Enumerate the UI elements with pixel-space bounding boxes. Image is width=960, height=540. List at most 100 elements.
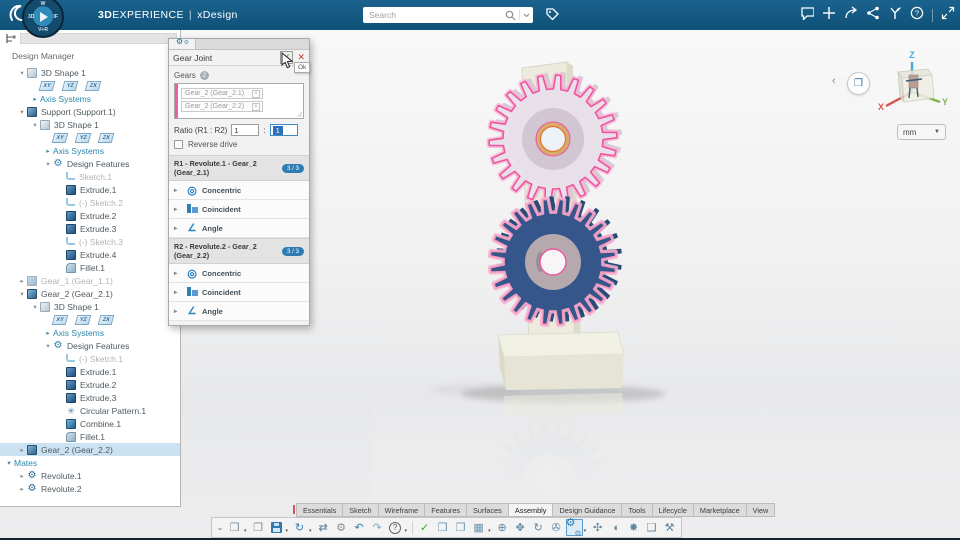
tree-expander-icon[interactable]: ▾ bbox=[43, 342, 53, 350]
attach-button[interactable]: ✇ bbox=[548, 519, 565, 536]
plane-icon[interactable]: YZ bbox=[61, 80, 79, 91]
open-content-button[interactable]: ❐ bbox=[250, 519, 267, 536]
mate-row[interactable]: ▸ ∠ Angle bbox=[169, 302, 309, 321]
ribbon-tab-design-guidance[interactable]: Design Guidance bbox=[553, 503, 623, 517]
tree-item[interactable]: XY YZ ZX bbox=[0, 79, 180, 92]
tree-item[interactable]: XY YZ ZX bbox=[0, 313, 180, 326]
new-content-button[interactable]: ❒ bbox=[226, 519, 243, 536]
tree-item[interactable]: Extrude.2 bbox=[0, 209, 180, 222]
ribbon-tab-wireframe[interactable]: Wireframe bbox=[378, 503, 426, 517]
mate-row[interactable]: ▸ Coincident bbox=[169, 200, 309, 219]
gear-joint-button[interactable] bbox=[565, 516, 583, 538]
plane-icon[interactable]: ZX bbox=[97, 314, 115, 325]
ribbon-tab-surfaces[interactable]: Surfaces bbox=[467, 503, 509, 517]
screw-joint-button[interactable]: ✣ bbox=[589, 519, 606, 536]
tree-item[interactable]: ▾ 3D Shape 1 bbox=[0, 66, 180, 79]
anchor-component-button[interactable]: ⊕ bbox=[494, 519, 511, 536]
tree-item[interactable]: ▾ ⚙ Design Features bbox=[0, 339, 180, 352]
undo-button[interactable]: ↶ bbox=[351, 519, 368, 536]
revolute-section-header[interactable]: R2 - Revolute.2 - Gear_2 (Gear_2.2) 3 / 3 bbox=[169, 238, 309, 264]
tree-item[interactable]: ▾ ⚙ Design Features bbox=[0, 157, 180, 170]
plane-icon[interactable]: YZ bbox=[74, 132, 92, 143]
search-icon[interactable] bbox=[505, 10, 516, 21]
mate-expander-icon[interactable]: ▸ bbox=[174, 269, 182, 277]
gear-selection-chip[interactable]: Gear_2 (Gear_2.2) × bbox=[181, 101, 263, 112]
plane-icon[interactable]: XY bbox=[51, 132, 69, 143]
tree-item[interactable]: ▾ 3D Shape 1 bbox=[0, 118, 180, 131]
tree-item[interactable]: XY YZ ZX bbox=[0, 131, 180, 144]
help-button[interactable]: ? bbox=[387, 519, 404, 536]
gears-selection-list[interactable]: Gear_2 (Gear_2.1) × Gear_2 (Gear_2.2) × bbox=[174, 83, 304, 119]
dropdown-caret-icon[interactable]: ▾ bbox=[488, 528, 491, 534]
tree-expander-icon[interactable]: ▸ bbox=[17, 277, 27, 285]
chip-remove-icon[interactable]: × bbox=[252, 102, 260, 111]
plane-icon[interactable]: XY bbox=[38, 80, 56, 91]
tree-item[interactable]: Extrude.1 bbox=[0, 183, 180, 196]
ribbon-tab-assembly[interactable]: Assembly bbox=[508, 503, 554, 517]
share-icon[interactable] bbox=[844, 5, 858, 25]
dropdown-caret-icon[interactable]: ▾ bbox=[405, 528, 408, 534]
mate-row[interactable]: ▸ Coincident bbox=[169, 283, 309, 302]
ribbon-tab-essentials[interactable]: Essentials bbox=[296, 503, 344, 517]
swym-icon[interactable] bbox=[888, 6, 902, 25]
tree-item[interactable]: ▸ Axis Systems bbox=[0, 144, 180, 157]
tree-item[interactable]: Fillet.1 bbox=[0, 430, 180, 443]
tree-item[interactable]: ▾ Gear_2 (Gear_2.1) bbox=[0, 287, 180, 300]
plane-icon[interactable]: ZX bbox=[97, 132, 115, 143]
dropdown-caret-icon[interactable]: ▾ bbox=[584, 528, 587, 534]
tree-expander-icon[interactable]: ▸ bbox=[43, 147, 53, 155]
kinematics-button[interactable]: ⚒ bbox=[661, 519, 678, 536]
tree-expander-icon[interactable]: ▾ bbox=[17, 69, 27, 77]
move-component-button[interactable]: ✥ bbox=[512, 519, 529, 536]
rotate-component-button[interactable]: ↻ bbox=[530, 519, 547, 536]
units-dropdown[interactable]: mm ▼ bbox=[897, 124, 946, 140]
mate-row[interactable]: ▸ ∠ Angle bbox=[169, 219, 309, 238]
tree-item[interactable]: Extrude.3 bbox=[0, 391, 180, 404]
ribbon-tab-view[interactable]: View bbox=[746, 503, 776, 517]
tree-expander-icon[interactable]: ▸ bbox=[17, 472, 27, 480]
tree-item[interactable]: Combine.1 bbox=[0, 417, 180, 430]
hinge-joint-button[interactable]: ◖ bbox=[607, 519, 624, 536]
plane-icon[interactable]: ZX bbox=[84, 80, 102, 91]
tree-item[interactable]: Sketch.1 bbox=[0, 170, 180, 183]
collapse-toolbar-button[interactable]: ⌄ bbox=[215, 519, 225, 536]
dropdown-caret-icon[interactable]: ▾ bbox=[244, 528, 247, 534]
plane-icon[interactable]: XY bbox=[51, 314, 69, 325]
tree-item[interactable]: (-) Sketch.3 bbox=[0, 235, 180, 248]
dropdown-caret-icon[interactable]: ▾ bbox=[309, 528, 312, 534]
tree-expander-icon[interactable]: ▸ bbox=[17, 485, 27, 493]
tree-item[interactable]: ▾ 3D Shape 1 bbox=[0, 300, 180, 313]
tag-icon[interactable] bbox=[545, 7, 560, 27]
tree-item[interactable]: ▸ Axis Systems bbox=[0, 326, 180, 339]
search-options-chevron-icon[interactable] bbox=[523, 13, 530, 18]
gear-selection-chip[interactable]: Gear_2 (Gear_2.1) × bbox=[181, 88, 263, 99]
notifications-icon[interactable] bbox=[800, 6, 815, 25]
tree-expander-icon[interactable]: ▾ bbox=[17, 108, 27, 116]
mate-expander-icon[interactable]: ▸ bbox=[174, 186, 182, 194]
tree-expander-icon[interactable]: ▸ bbox=[30, 95, 40, 103]
collapse-viewbar-chevron[interactable]: ‹ bbox=[832, 76, 836, 87]
tree-expander-icon[interactable]: ▾ bbox=[4, 459, 14, 467]
mate-expander-icon[interactable]: ▸ bbox=[174, 224, 182, 232]
revolute-section-header[interactable]: R1 - Revolute.1 - Gear_2 (Gear_2.1) 3 / 3 bbox=[169, 155, 309, 181]
component-pattern-button[interactable]: ▦ bbox=[470, 519, 487, 536]
refresh-button[interactable]: ↻ bbox=[291, 519, 308, 536]
tree-item[interactable]: ▸ ⚙ Revolute.1 bbox=[0, 469, 180, 482]
gear-joint-dialog-tab[interactable] bbox=[169, 37, 196, 49]
resize-handle[interactable] bbox=[297, 112, 302, 117]
dropdown-caret-icon[interactable]: ▾ bbox=[286, 528, 289, 534]
window-resize-icon[interactable] bbox=[941, 6, 955, 25]
insert-assembly-button[interactable]: ❐ bbox=[452, 519, 469, 536]
ribbon-tab-marketplace[interactable]: Marketplace bbox=[693, 503, 747, 517]
tree-filter-icon[interactable] bbox=[5, 33, 16, 44]
ribbon-tab-lifecycle[interactable]: Lifecycle bbox=[652, 503, 694, 517]
tree-item[interactable]: ▸ Gear_2 (Gear_2.2) bbox=[0, 443, 180, 456]
chip-remove-icon[interactable]: × bbox=[252, 89, 260, 98]
tree-item[interactable]: ▸ Gear_1 (Gear_1.1) bbox=[0, 274, 180, 287]
tree-item[interactable]: ▾ Mates bbox=[0, 456, 180, 469]
mate-expander-icon[interactable]: ▸ bbox=[174, 288, 182, 296]
tree-item[interactable]: Extrude.1 bbox=[0, 365, 180, 378]
help-icon[interactable]: ? bbox=[910, 6, 924, 25]
gear-bottom[interactable] bbox=[487, 196, 622, 328]
redo-button[interactable]: ↷ bbox=[369, 519, 386, 536]
